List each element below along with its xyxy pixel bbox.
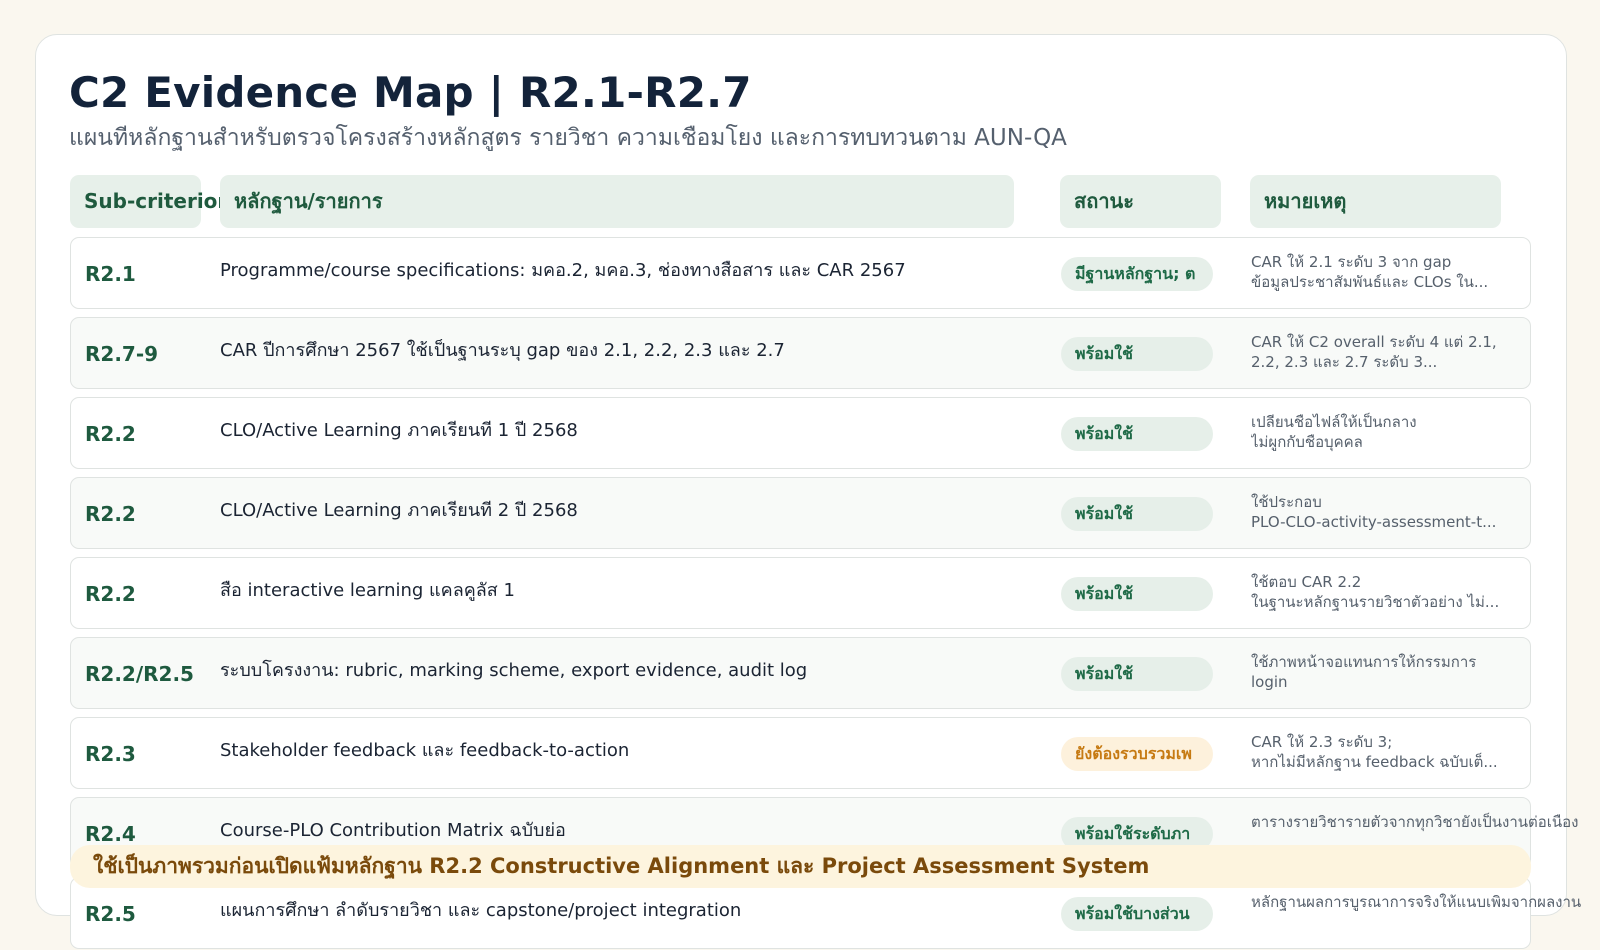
- status-badge: มีฐานหลักฐาน; ต: [1061, 257, 1213, 291]
- sub-criterion-code: R2.5: [85, 902, 136, 926]
- table-row: R2.2 CLO/Active Learning ภาคเรียนที 2 ปี…: [70, 477, 1531, 549]
- sub-criterion-code: R2.3: [85, 742, 136, 766]
- table-row: R2.1 Programme/course specifications: มค…: [70, 237, 1531, 309]
- evidence-item: Course-PLO Contribution Matrix ฉบับย่อ: [220, 820, 566, 841]
- note-text: ใช้ตอบ CAR 2.2 ในฐานะหลักฐานรายวิชาตัวอย่…: [1251, 573, 1500, 611]
- table-row: R2.2 CLO/Active Learning ภาคเรียนที 1 ปี…: [70, 397, 1531, 469]
- note-text: CAR ให้ C2 overall ระดับ 4 แต่ 2.1, 2.2, …: [1251, 333, 1497, 371]
- page-subtitle: แผนทีหลักฐานสำหรับตรวจโครงสร้างหลักสูตร …: [69, 125, 1067, 151]
- table-row: R2.2 สือ interactive learning แคลคูลัส 1…: [70, 557, 1531, 629]
- status-badge: พร้อมใช้บางส่วน: [1061, 897, 1213, 931]
- note-text: CAR ให้ 2.1 ระดับ 3 จาก gap ข้อมูลประชาสั…: [1251, 253, 1489, 291]
- status-badge: พร้อมใช้: [1061, 337, 1213, 371]
- note-text: เปลียนชือไฟล์ให้เป็นกลาง ไม่ผูกกับชือบุคค…: [1251, 413, 1417, 451]
- evidence-item: CLO/Active Learning ภาคเรียนที 1 ปี 2568: [220, 420, 578, 441]
- evidence-item: Stakeholder feedback และ feedback-to-act…: [220, 740, 630, 761]
- note-text: ตารางรายวิชารายตัวจากทุกวิชายังเป็นงานต่…: [1251, 813, 1579, 831]
- evidence-item: CLO/Active Learning ภาคเรียนที 2 ปี 2568: [220, 500, 578, 521]
- status-badge: พร้อมใช้: [1061, 577, 1213, 611]
- note-text: หลักฐานผลการบูรณาการจริงให้แนบเพิมจากผลง…: [1251, 893, 1581, 911]
- status-badge: พร้อมใช้: [1061, 497, 1213, 531]
- sub-criterion-code: R2.7-9: [85, 342, 159, 366]
- column-header-evidence: หลักฐาน/รายการ: [220, 175, 1014, 228]
- overview-banner: ใช้เป็นภาพรวมก่อนเปิดแฟ้มหลักฐาน R2.2 Co…: [70, 845, 1531, 888]
- sub-criterion-code: R2.1: [85, 262, 136, 286]
- table-row: R2.2/R2.5 ระบบโครงงาน: rubric, marking s…: [70, 637, 1531, 709]
- status-badge: ยังต้องรวบรวมเพ: [1061, 737, 1213, 771]
- table-row: R2.3 Stakeholder feedback และ feedback-t…: [70, 717, 1531, 789]
- evidence-item: สือ interactive learning แคลคูลัส 1: [220, 580, 515, 601]
- column-header-sub-criterion: Sub-criterion: [70, 175, 232, 228]
- status-badge: พร้อมใช้: [1061, 417, 1213, 451]
- sub-criterion-code: R2.2: [85, 582, 136, 606]
- sub-criterion-code: R2.4: [85, 822, 136, 846]
- sub-criterion-code: R2.2/R2.5: [85, 662, 194, 686]
- status-badge: พร้อมใช้: [1061, 657, 1213, 691]
- evidence-item: ระบบโครงงาน: rubric, marking scheme, exp…: [220, 660, 808, 681]
- evidence-item: CAR ปีการศึกษา 2567 ใช้เป็นฐานระบุ gap ข…: [220, 340, 785, 361]
- note-text: CAR ให้ 2.3 ระดับ 3; หากไม่มีหลักฐาน feed…: [1251, 733, 1498, 771]
- sub-criterion-code: R2.2: [85, 502, 136, 526]
- note-text: ใช้ประกอบ PLO-CLO-activity-assessment-t..…: [1251, 493, 1497, 531]
- evidence-item: Programme/course specifications: มคอ.2, …: [220, 260, 906, 281]
- column-header-status: สถานะ: [1060, 175, 1221, 228]
- page-title: C2 Evidence Map | R2.1-R2.7: [69, 68, 752, 117]
- note-text: ใช้ภาพหน้าจอแทนการให้กรรมการ login: [1251, 653, 1477, 691]
- column-header-note: หมายเหตุ: [1250, 175, 1501, 228]
- sub-criterion-code: R2.2: [85, 422, 136, 446]
- table-row: R2.7-9 CAR ปีการศึกษา 2567 ใช้เป็นฐานระบ…: [70, 317, 1531, 389]
- evidence-item: แผนการศึกษา ลำดับรายวิชา และ capstone/pr…: [220, 900, 742, 921]
